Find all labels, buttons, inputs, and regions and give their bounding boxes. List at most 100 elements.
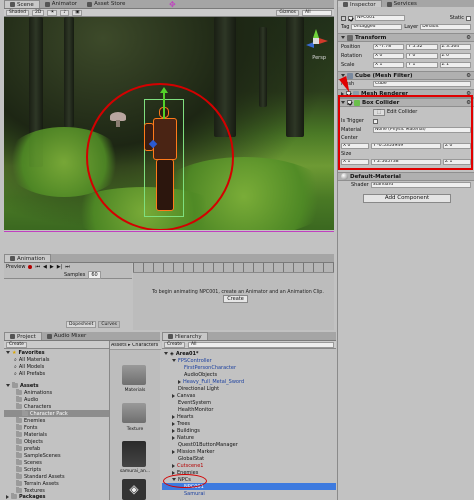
position-y-field[interactable]: Y 5.32 [406,44,438,50]
position-z-field[interactable]: Z 3.564 [439,44,471,50]
scene-root[interactable]: ◈ Area01* [162,350,336,357]
hierarchy-item[interactable]: Mission Marker [162,448,336,455]
packages-header[interactable]: Packages [4,493,109,500]
mesh-field[interactable]: Cube [373,81,471,87]
hierarchy-item[interactable]: HealthMonitor [162,406,336,413]
hierarchy-item[interactable]: FPSController [162,357,336,364]
folder-item[interactable]: Characters [4,403,109,410]
hierarchy-item[interactable]: Quest01ButtonManager [162,441,336,448]
next-key-button[interactable]: ▶| [57,264,63,270]
expand-arrow-icon[interactable] [178,379,181,384]
hierarchy-item[interactable]: Directional Light [162,385,336,392]
lighting-toggle[interactable]: ☀ [47,9,58,16]
hierarchy-item[interactable]: Samurai [162,490,336,497]
folder-item[interactable]: Scenes [4,459,109,466]
expand-arrow-icon[interactable] [172,421,175,426]
samples-field[interactable]: 60 [88,271,101,279]
tab-project[interactable]: Project [4,332,42,340]
folder-item[interactable]: Audio [4,396,109,403]
tab-asset-store[interactable]: Asset Store [82,0,130,8]
folder-item[interactable]: Fonts [4,424,109,431]
effects-dropdown[interactable]: ▣ [72,9,83,16]
assets-header[interactable]: Assets [4,382,109,389]
layer-dropdown[interactable]: Default [420,24,472,30]
hierarchy-item[interactable]: Buildings [162,427,336,434]
add-component-button[interactable]: Add Component [363,194,451,203]
asset-texture-folder[interactable] [122,403,146,423]
hierarchy-item[interactable]: Nature [162,434,336,441]
last-key-button[interactable]: ⏭ [65,264,70,270]
project-breadcrumb[interactable]: Assets ▸ Characters [110,343,161,350]
static-checkbox[interactable] [466,15,471,21]
gizmos-dropdown[interactable]: Gizmos [276,9,299,16]
expand-arrow-icon[interactable] [172,463,175,468]
curves-tab[interactable]: Curves [98,321,120,328]
rotation-x-field[interactable]: X 0 [373,53,405,59]
folder-item[interactable]: Animations [4,389,109,396]
settings-gear-icon[interactable]: ⚙ [466,73,471,79]
animation-timeline-ruler[interactable] [133,263,334,273]
tag-dropdown[interactable]: Untagged [351,24,403,30]
hierarchy-item[interactable]: Hearts [162,413,336,420]
favorites-header[interactable]: ★ Favorites [4,349,109,356]
rotation-y-field[interactable]: Y 0 [406,53,438,59]
move-gizmo-y-axis[interactable] [163,91,165,119]
folder-item[interactable]: Scripts [4,466,109,473]
move-gizmo-y-arrow[interactable] [160,87,168,93]
move-handle-icon[interactable]: ✥ [169,1,176,9]
npc-character[interactable] [144,87,190,217]
hierarchy-search[interactable]: All [187,341,334,348]
expand-arrow-icon[interactable] [172,449,175,454]
scale-z-field[interactable]: Z 1 [439,62,471,68]
tab-scene[interactable]: Scene [4,0,40,8]
hierarchy-item[interactable]: EventSystem [162,399,336,406]
material-header[interactable]: Default-Material [338,172,474,181]
preview-toggle[interactable]: Preview [6,264,25,270]
asset-samurai-prefab[interactable] [122,441,146,467]
2d-toggle[interactable]: 2D [31,9,45,16]
folder-item[interactable]: Enemies [4,417,109,424]
position-x-field[interactable]: X -7.78 [373,44,405,50]
expand-arrow-icon[interactable] [172,414,175,419]
active-checkbox[interactable] [348,15,353,21]
hierarchy-item[interactable]: FirstPersonCharacter [162,364,336,371]
prev-key-button[interactable]: ◀ [43,264,47,270]
expand-arrow-icon[interactable] [172,435,175,440]
record-button[interactable] [28,265,33,269]
hierarchy-item[interactable]: AudioObjects [162,371,336,378]
scene-search[interactable]: All [302,9,332,16]
hierarchy-item[interactable]: Heavy_Full_Metal_Sword [162,378,336,385]
folder-item[interactable]: SampleScenes [4,452,109,459]
folder-item[interactable]: prefab [4,445,109,452]
animation-create-button[interactable]: Create [223,295,248,303]
shading-dropdown[interactable]: Shaded [6,9,29,16]
expand-arrow-icon[interactable] [172,428,175,433]
expand-arrow-icon[interactable] [172,393,175,398]
tab-animation[interactable]: Animation [4,254,52,262]
folder-item[interactable]: Standard Assets [4,473,109,480]
hierarchy-item[interactable]: Cutscene1 [162,462,336,469]
favorite-item[interactable]: ⌕ All Models [4,363,109,370]
mesh-filter-header[interactable]: Cube (Mesh Filter) ⚙ [338,71,474,80]
object-name-field[interactable]: NPC001 [355,15,405,21]
asset-materials-folder[interactable] [122,365,146,385]
scale-x-field[interactable]: X 1 [373,62,405,68]
scale-y-field[interactable]: Y 1 [406,62,438,68]
hierarchy-create-button[interactable]: Create [164,341,185,348]
unity-logo-icon[interactable]: ◈ [122,479,146,500]
transform-header[interactable]: Transform ⚙ [338,33,474,42]
tab-hierarchy[interactable]: Hierarchy [162,332,208,340]
rotation-z-field[interactable]: Z 0 [439,53,471,59]
play-button[interactable]: ▶ [50,264,54,270]
expand-arrow-icon[interactable] [172,359,176,362]
folder-item-selected[interactable]: Character Pack [4,410,109,417]
dopesheet-tab[interactable]: Dopesheet [66,321,97,328]
hierarchy-item[interactable]: Canvas [162,392,336,399]
tab-audio-mixer[interactable]: Audio Mixer [42,332,91,340]
folder-item[interactable]: Objects [4,438,109,445]
scene-viewport[interactable]: Persp [4,17,334,230]
favorite-item[interactable]: ⌕ All Materials [4,356,109,363]
settings-gear-icon[interactable]: ⚙ [466,35,471,41]
tab-animator[interactable]: Animator [40,0,82,8]
shader-dropdown[interactable]: Standard [370,182,471,188]
